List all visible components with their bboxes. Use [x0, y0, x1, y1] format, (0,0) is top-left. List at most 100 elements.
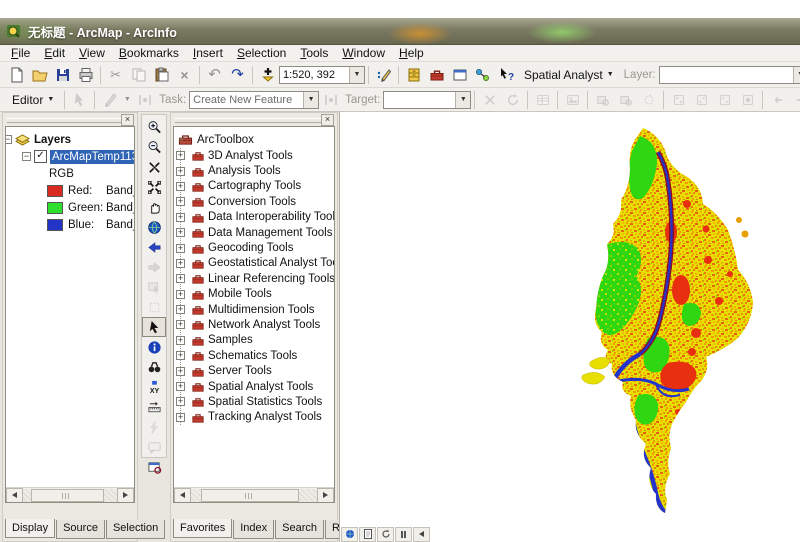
refresh-view-button[interactable]: [377, 527, 394, 542]
edit-tool-button[interactable]: [68, 89, 91, 111]
scroll-right-button[interactable]: [317, 488, 334, 503]
snapping-button[interactable]: [133, 89, 156, 111]
toc-panel-header[interactable]: ×: [5, 114, 135, 125]
attributes-snap-button[interactable]: [319, 89, 342, 111]
fit-to-display-button[interactable]: [667, 89, 690, 111]
toolbox-item[interactable]: + Spatial Statistics Tools: [176, 394, 334, 409]
menu-item[interactable]: File: [4, 45, 37, 61]
fixed-zoom-in-button[interactable]: [142, 157, 166, 177]
copy-button[interactable]: [127, 64, 150, 86]
editor-sketch-tool-button[interactable]: [372, 64, 395, 86]
arctoolbox-horizontal-scrollbar[interactable]: [174, 487, 334, 502]
expand-icon[interactable]: +: [176, 320, 185, 329]
layer-row[interactable]: − ✓ ArcMapTemp1130941: [22, 148, 134, 165]
scroll-right-button[interactable]: [117, 488, 134, 503]
map-scroll-left-button[interactable]: [413, 527, 430, 542]
go-to-xy-tool[interactable]: XY: [142, 377, 166, 397]
arctoolbox-button[interactable]: [425, 64, 448, 86]
scroll-left-button[interactable]: [6, 488, 23, 503]
shift-left-button[interactable]: [766, 89, 789, 111]
layer-visibility-checkbox[interactable]: ✓: [34, 150, 47, 163]
arccatalog-button[interactable]: [402, 64, 425, 86]
target-combobox[interactable]: ▼: [383, 91, 471, 109]
toolbox-item[interactable]: + Network Analyst Tools: [176, 317, 334, 332]
zoom-out-tool[interactable]: [142, 137, 166, 157]
toc-horizontal-scrollbar[interactable]: [6, 487, 134, 502]
scroll-track[interactable]: [191, 489, 317, 502]
task-combobox[interactable]: Create New Feature ▼: [189, 91, 319, 109]
spatial-analyst-menu[interactable]: Spatial Analyst ▼: [517, 63, 621, 87]
hyperlink-tool[interactable]: [142, 417, 166, 437]
sketch-tool-button[interactable]: [98, 89, 121, 111]
band-row[interactable]: Red: Band_1: [47, 182, 134, 199]
menu-item[interactable]: Window: [335, 45, 392, 61]
undo-button[interactable]: ↶: [203, 64, 226, 86]
delete-button[interactable]: ×: [173, 64, 196, 86]
layers-root-row[interactable]: − Layers: [9, 131, 134, 148]
flip-horizontal-button[interactable]: [690, 89, 713, 111]
menu-item[interactable]: Insert: [186, 45, 230, 61]
toolbox-item[interactable]: + Linear Referencing Tools: [176, 271, 334, 286]
flip-vertical-button[interactable]: [713, 89, 736, 111]
toolbox-item[interactable]: + Geocoding Tools: [176, 240, 334, 255]
new-document-button[interactable]: [5, 64, 28, 86]
composite-row[interactable]: RGB: [35, 165, 134, 182]
expand-icon[interactable]: +: [176, 290, 185, 299]
panel-grip[interactable]: [7, 118, 121, 123]
scroll-thumb[interactable]: [31, 489, 104, 502]
command-window-button[interactable]: [448, 64, 471, 86]
sketch-tool-dropdown[interactable]: ▼: [121, 89, 133, 111]
expand-icon[interactable]: +: [176, 351, 185, 360]
band-row[interactable]: Green: Band_2: [47, 199, 134, 216]
toolbox-item[interactable]: + Conversion Tools: [176, 194, 334, 209]
expand-icon[interactable]: +: [176, 213, 185, 222]
modelbuilder-button[interactable]: [471, 64, 494, 86]
menu-item[interactable]: Edit: [37, 45, 72, 61]
scroll-track[interactable]: [23, 489, 117, 502]
dropdown-arrow-icon[interactable]: ▼: [455, 92, 470, 108]
editor-menu[interactable]: Editor ▼: [5, 88, 61, 112]
arctoolbox-tab[interactable]: Search: [275, 520, 324, 539]
rotate-point-button[interactable]: [478, 89, 501, 111]
expand-icon[interactable]: +: [176, 151, 185, 160]
expand-icon[interactable]: +: [176, 167, 185, 176]
redo-button[interactable]: ↷: [226, 64, 249, 86]
collapse-icon[interactable]: −: [5, 135, 12, 144]
toc-tab[interactable]: Selection: [106, 520, 165, 539]
arctoolbox-tab[interactable]: Index: [233, 520, 274, 539]
rectify-button[interactable]: [736, 89, 759, 111]
go-back-extent-button[interactable]: [142, 237, 166, 257]
toolbox-item[interactable]: + Data Interoperability Tools: [176, 210, 334, 225]
expand-icon[interactable]: +: [176, 305, 185, 314]
toolbox-item[interactable]: + Mobile Tools: [176, 287, 334, 302]
menu-item[interactable]: Help: [392, 45, 431, 61]
toolbox-item[interactable]: + Multidimension Tools: [176, 302, 334, 317]
zoom-in-tool[interactable]: [142, 117, 166, 137]
collapse-icon[interactable]: −: [22, 152, 31, 161]
layout-view-button[interactable]: [359, 527, 376, 542]
identify-tool[interactable]: [142, 337, 166, 357]
expand-icon[interactable]: +: [176, 367, 185, 376]
layer-combobox[interactable]: ▼: [659, 66, 800, 84]
dropdown-arrow-icon[interactable]: ▼: [303, 92, 318, 108]
pause-drawing-button[interactable]: [395, 527, 412, 542]
expand-icon[interactable]: +: [176, 413, 185, 422]
expand-icon[interactable]: +: [176, 182, 185, 191]
html-popup-tool[interactable]: [142, 437, 166, 457]
arctoolbox-panel-header[interactable]: ×: [173, 114, 335, 125]
toc-tab[interactable]: Source: [56, 520, 105, 539]
select-features-tool[interactable]: [142, 277, 166, 297]
toolbox-item[interactable]: + Samples: [176, 333, 334, 348]
expand-icon[interactable]: +: [176, 244, 185, 253]
shift-right-button[interactable]: [789, 89, 800, 111]
rotate-tool-button[interactable]: [501, 89, 524, 111]
dropdown-arrow-icon[interactable]: ▼: [793, 67, 800, 83]
toolbox-item[interactable]: + Data Management Tools: [176, 225, 334, 240]
toolbox-item[interactable]: + 3D Analyst Tools: [176, 148, 334, 163]
toolbox-item[interactable]: + Analysis Tools: [176, 163, 334, 178]
arctoolbox-close-button[interactable]: ×: [321, 114, 334, 126]
save-button[interactable]: [51, 64, 74, 86]
data-view-button[interactable]: [341, 527, 358, 542]
expand-icon[interactable]: +: [176, 274, 185, 283]
toolbox-item[interactable]: + Tracking Analyst Tools: [176, 410, 334, 425]
